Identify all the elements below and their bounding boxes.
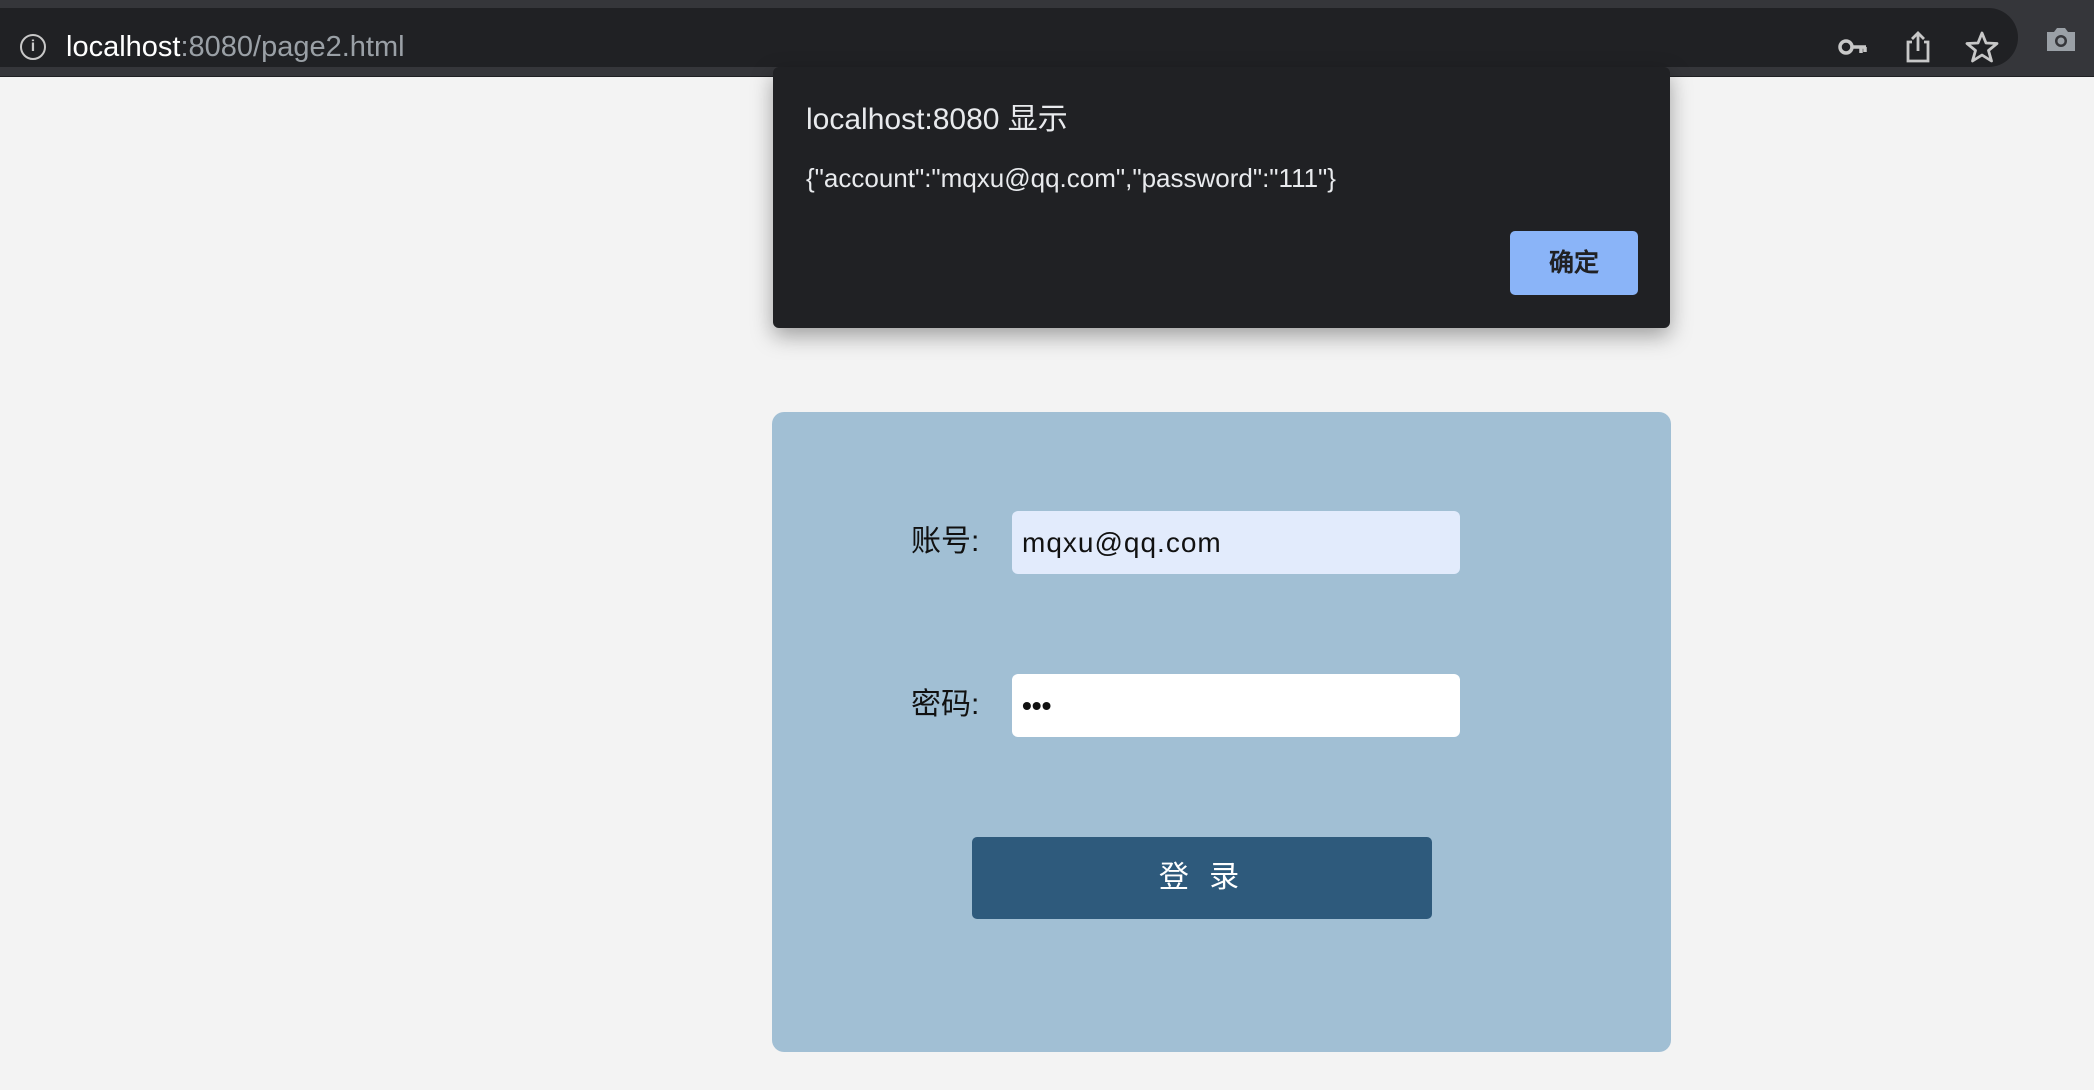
alert-ok-button[interactable]: 确定 [1510,231,1638,295]
address-bar[interactable]: i localhost:8080/page2.html [0,8,2018,67]
star-icon[interactable] [1963,28,2001,66]
key-icon[interactable] [1834,28,1872,66]
login-form: 账号: mqxu@qq.com 密码: ••• 登 录 [772,412,1671,1052]
alert-message: {"account":"mqxu@qq.com","password":"111… [806,163,1336,193]
url-text[interactable]: localhost:8080/page2.html [66,28,405,66]
url-path: :8080/page2.html [180,31,405,63]
browser-toolbar: i localhost:8080/page2.html [0,0,2094,77]
alert-title: localhost:8080 显示 [806,103,1068,136]
account-label: 账号: [911,525,980,558]
account-input[interactable]: mqxu@qq.com [1012,511,1460,574]
login-button[interactable]: 登 录 [972,837,1432,919]
share-icon[interactable] [1899,28,1937,66]
info-icon[interactable]: i [20,34,46,60]
password-label: 密码: [911,688,980,721]
password-input[interactable]: ••• [1012,674,1460,737]
alert-dialog: localhost:8080 显示 {"account":"mqxu@qq.co… [773,67,1670,328]
url-host: localhost [66,31,181,63]
camera-icon[interactable] [2042,20,2080,58]
